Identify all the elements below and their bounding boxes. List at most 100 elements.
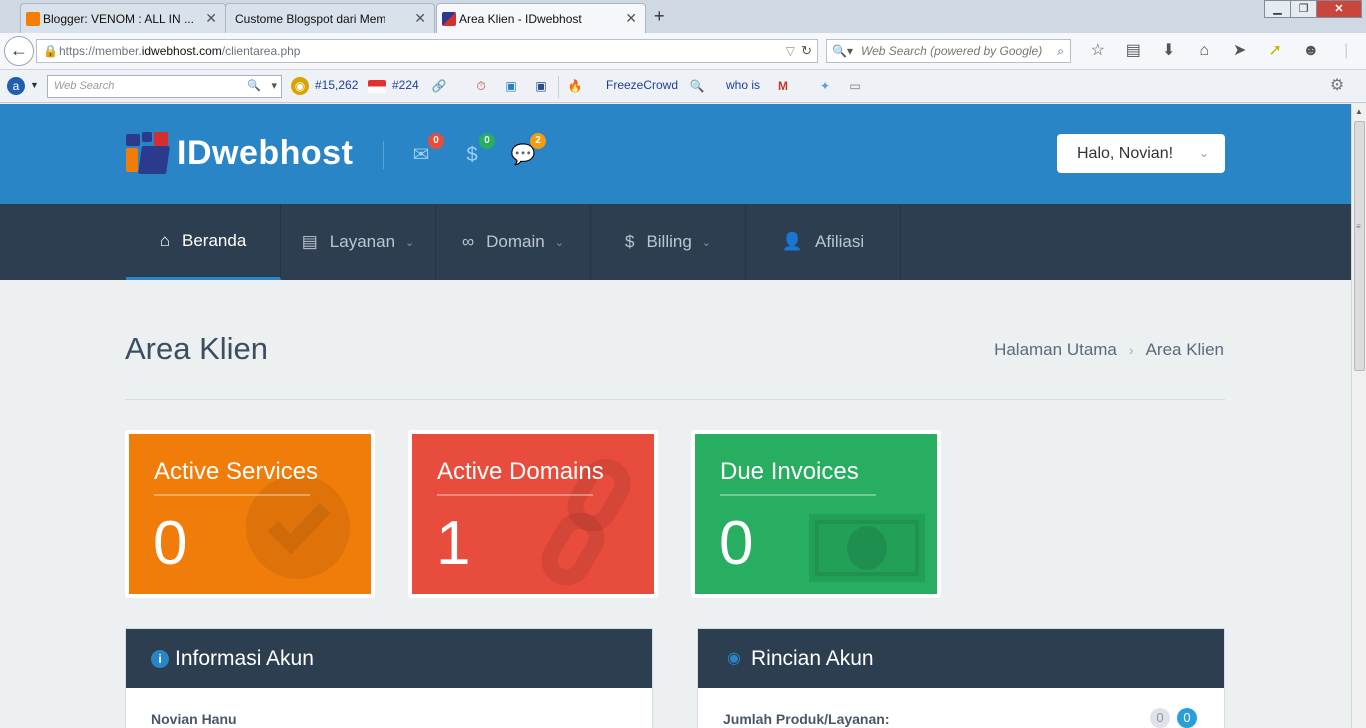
download-icon[interactable]: ⬇ [1151,39,1187,63]
alexa-global-rank[interactable]: #15,262 [315,78,358,92]
url-bar[interactable]: 🔒 https://member.idwebhost.com/clientarea… [36,39,818,63]
url-path: /clientarea.php [221,44,301,58]
billing-dollar-icon[interactable]: $ 0 [459,133,495,167]
info-icon: i [151,650,169,668]
toolbar-search-input[interactable]: Web Search 🔍 ▾ [47,75,282,98]
url-dropdown-icon[interactable]: ▽ [786,40,795,62]
email-badge: 0 [428,133,444,149]
ask-dropdown-icon[interactable]: ▼ [30,80,39,90]
page-scrollbar[interactable]: ▲ ≡ [1351,104,1366,728]
panel-body: Novian Hanu [126,688,652,728]
nav-item-afiliasi[interactable]: 👤 Afiliasi [746,204,901,280]
window-controls: ▁ ❐ ✕ [1264,0,1362,20]
sparkle-icon[interactable]: ✦ [816,77,834,95]
close-tab-icon[interactable]: ✕ [205,10,217,27]
site-logo[interactable]: IDwebhost [126,132,353,174]
freezecrowd-link[interactable]: FreezeCrowd [606,78,678,92]
browser-search-input[interactable]: 🔍▾ Web Search (powered by Google) ⌕ [826,39,1071,63]
twitter-page-icon[interactable]: ▣ [502,77,520,95]
maximize-icon[interactable]: ❐ [1290,0,1317,18]
header-divider [383,141,384,169]
reload-icon[interactable]: ↻ [801,40,812,62]
toolbar-search-icon[interactable]: 🔍 [247,76,261,97]
nav-item-label: Billing [646,232,692,251]
facebook-page-icon[interactable]: ▣ [532,77,550,95]
stopwatch-icon[interactable]: ⏱ [472,77,490,95]
blogger-favicon-icon [26,12,40,26]
browser-tab-custome-blogspot[interactable]: Custome Blogspot dari Membe... ✕ [225,3,435,33]
close-tab-icon[interactable]: ✕ [625,10,637,27]
products-total-badge: 0 [1150,708,1170,728]
stat-active-domains[interactable]: Active Domains 1 [408,430,658,598]
fire-icon[interactable]: 🔥 [566,77,584,95]
lock-icon: 🔒 [43,44,58,58]
title-divider [125,399,1225,400]
stat-label: Active Services [154,458,319,485]
search-fire-icon[interactable]: 🔍 [688,77,706,95]
panel-title: Rincian Akun [751,647,874,670]
nav-item-domain[interactable]: ∞ Domain ⌄ [436,204,591,280]
tab-title: Custome Blogspot dari Membe... [235,11,385,26]
binoculars-icon: ∞ [462,232,475,251]
back-arrow-icon[interactable]: ← [4,36,34,66]
products-active-badge: 0 [1177,708,1197,728]
money-bill-icon [809,514,925,582]
stat-label: Due Invoices [720,458,859,485]
toolbar-divider [558,76,559,98]
account-name: Novian Hanu [151,711,237,727]
link-icon[interactable]: 🔗 [430,77,448,95]
stat-value: 1 [436,509,471,578]
gmail-icon[interactable]: M [774,77,792,95]
reading-list-icon[interactable]: ▤ [1116,39,1152,63]
support-chat-icon[interactable]: 💬 2 [510,133,546,167]
scrollbar-thumb[interactable] [1354,121,1365,371]
page-title: Area Klien [125,331,269,366]
chevron-down-icon: ⌄ [1198,146,1209,160]
tickets-badge: 2 [530,133,546,149]
contact-card-icon[interactable]: ▭ [846,77,864,95]
ask-icon[interactable]: a [7,77,25,95]
pointer-icon[interactable]: ➚ [1258,39,1294,63]
scrollbar-grip-icon: ≡ [1356,222,1361,231]
brand-name: IDwebhost [177,133,354,172]
nav-item-billing[interactable]: $ Billing ⌄ [591,204,746,280]
breadcrumb: Halaman Utama › Area Klien [994,340,1224,360]
breadcrumb-current: Area Klien [1145,340,1224,359]
stat-label: Active Domains [437,458,604,485]
email-icon[interactable]: ✉ 0 [408,133,444,167]
whois-link[interactable]: who is [726,78,760,92]
search-go-icon[interactable]: ⌕ [1057,40,1064,62]
tab-title: Blogger: VENOM : ALL IN ... [43,11,193,26]
browser-tab-blogger[interactable]: Blogger: VENOM : ALL IN ... ✕ [20,3,226,33]
panel-header: ◉ Rincian Akun [698,629,1224,688]
smiley-icon[interactable]: ☻ [1293,39,1329,63]
stat-underline [720,494,876,496]
breadcrumb-home-link[interactable]: Halaman Utama [994,340,1117,359]
toolbar-search-dropdown-icon[interactable]: ▾ [271,76,277,97]
url-host: idwebhost.com [141,44,222,58]
settings-gear-icon[interactable]: ⚙ [1328,77,1346,95]
scroll-up-icon[interactable]: ▲ [1352,104,1366,120]
user-menu-button[interactable]: Halo, Novian! ⌄ [1057,134,1225,173]
nav-item-beranda[interactable]: ⌂ Beranda [126,204,281,280]
home-icon: ⌂ [159,230,170,250]
tab-title: Area Klien - IDwebhost [459,11,582,26]
url-prefix: https://member. [59,44,142,58]
stat-active-services[interactable]: Active Services 0 [125,430,375,598]
send-icon[interactable]: ➤ [1222,39,1258,63]
stat-due-invoices[interactable]: Due Invoices 0 [691,430,941,598]
browser-tab-area-klien[interactable]: Area Klien - IDwebhost ✕ [436,3,646,33]
alexa-country-rank[interactable]: #224 [392,78,419,92]
minimize-icon[interactable]: ▁ [1264,0,1291,18]
new-tab-icon[interactable]: + [654,6,665,27]
bookmark-star-icon[interactable]: ☆ [1080,39,1116,63]
idwebhost-logo-icon [126,132,170,174]
search-engine-icon[interactable]: 🔍▾ [832,40,853,62]
alexa-globe-icon[interactable]: ◉ [291,77,309,95]
nav-item-layanan[interactable]: ▤ Layanan ⌄ [281,204,436,280]
close-tab-icon[interactable]: ✕ [414,10,426,27]
account-info-panel: i Informasi Akun Novian Hanu [125,628,653,728]
home-icon[interactable]: ⌂ [1187,39,1223,63]
window-close-icon[interactable]: ✕ [1316,0,1362,18]
toolbar-icons: ☆ ▤ ⬇ ⌂ ➤ ➚ ☻ | ☰ [1080,39,1366,63]
